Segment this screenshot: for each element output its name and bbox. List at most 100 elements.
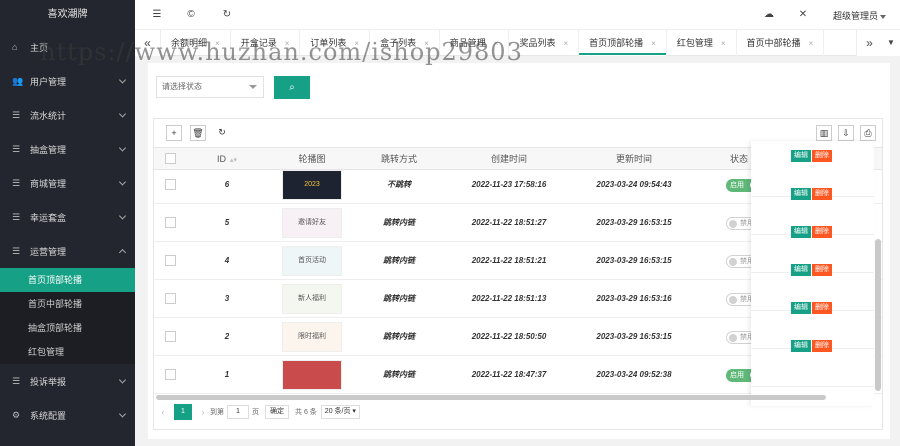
sidebar-bottom-item-1[interactable]: ⚙ 系统配置 bbox=[0, 398, 135, 432]
edit-button[interactable]: 编辑 bbox=[791, 226, 811, 238]
tab-8[interactable]: 首页中部轮播 × bbox=[737, 30, 825, 56]
sidebar-item-5[interactable]: ☰ 幸运套盒 bbox=[0, 200, 135, 234]
tab-3[interactable]: 盒子列表 × bbox=[370, 30, 440, 56]
status-select[interactable]: 请选择状态 bbox=[156, 76, 264, 98]
fullscreen-icon[interactable]: ✕ bbox=[797, 9, 809, 21]
cell-jump: 不跳转 bbox=[387, 180, 411, 189]
sidebar-item-label: 投诉举报 bbox=[30, 376, 67, 387]
horizontal-scrollbar[interactable] bbox=[156, 395, 826, 400]
edit-button[interactable]: 编辑 bbox=[791, 150, 811, 162]
export-icon[interactable]: ⇩ bbox=[838, 125, 854, 141]
close-icon[interactable]: × bbox=[651, 39, 656, 48]
goto-page-input[interactable]: 1 bbox=[227, 405, 249, 419]
sort-icon[interactable]: ▴▾ bbox=[230, 150, 237, 172]
add-icon[interactable]: + bbox=[166, 125, 182, 141]
status-toggle-label: 启用 bbox=[730, 372, 744, 379]
tabs-scroll-right-icon[interactable]: » bbox=[856, 30, 882, 56]
theme-icon[interactable]: ☁ bbox=[763, 9, 775, 21]
close-icon[interactable]: × bbox=[494, 39, 499, 48]
submenu-item-0[interactable]: 首页顶部轮播 bbox=[0, 268, 135, 292]
cell-updated: 2023-03-29 16:53:16 bbox=[596, 294, 672, 303]
tab-2[interactable]: 订单列表 × bbox=[300, 30, 371, 56]
tabs-scroll-left-icon[interactable]: « bbox=[135, 30, 161, 56]
menu-toggle-icon[interactable]: ☰ bbox=[151, 9, 163, 21]
refresh-icon[interactable]: ↻ bbox=[221, 9, 233, 21]
close-icon[interactable]: × bbox=[563, 39, 568, 48]
sidebar-item-2[interactable]: ☰ 流水统计 bbox=[0, 98, 135, 132]
sidebar-item-4[interactable]: ☰ 商城管理 bbox=[0, 166, 135, 200]
delete-button[interactable]: 删除 bbox=[812, 264, 832, 276]
user-name: 超级管理员 bbox=[832, 11, 878, 21]
list-icon: ☰ bbox=[12, 109, 21, 120]
close-icon[interactable]: × bbox=[354, 39, 359, 48]
refresh-icon[interactable]: ↻ bbox=[214, 125, 230, 141]
tabs-bar: « 余额明细 × 开盒记录 × 订单列表 × 盒子列表 × 商品管理 × 奖品列表 × 首页顶部轮播 × 红… bbox=[135, 30, 900, 56]
sidebar-item-label: 商城管理 bbox=[30, 178, 67, 189]
print-icon[interactable]: ⎙ bbox=[860, 125, 876, 141]
close-icon[interactable]: × bbox=[424, 39, 429, 48]
user-menu[interactable]: 超级管理员 bbox=[833, 9, 886, 22]
tab-1[interactable]: 开盒记录 × bbox=[231, 30, 301, 56]
close-icon[interactable]: × bbox=[721, 39, 726, 48]
tab-6[interactable]: 首页顶部轮播 × bbox=[579, 30, 667, 56]
close-icon[interactable]: × bbox=[215, 39, 220, 48]
edit-button[interactable]: 编辑 bbox=[791, 340, 811, 352]
tab-4[interactable]: 商品管理 × bbox=[440, 30, 510, 56]
page-1-button[interactable]: 1 bbox=[174, 404, 192, 420]
goto-confirm-button[interactable]: 确定 bbox=[265, 405, 289, 419]
tabs-menu-chevron-icon[interactable]: ▼ bbox=[882, 30, 900, 56]
delete-button[interactable]: 删除 bbox=[812, 150, 832, 162]
next-page-icon[interactable]: › bbox=[196, 407, 210, 417]
sidebar-item-label: 用户管理 bbox=[30, 76, 67, 87]
delete-button[interactable]: 删除 bbox=[812, 340, 832, 352]
tab-label: 首页中部轮播 bbox=[746, 38, 801, 48]
chevron-icon bbox=[118, 144, 127, 152]
sidebar-item-1[interactable]: 👥 用户管理 bbox=[0, 64, 135, 98]
status-toggle-label: 启用 bbox=[730, 182, 744, 189]
pagination: ‹ 1 › 到第 1 页 确定 共 6 条 20 条/页 ▾ bbox=[156, 404, 360, 420]
row-checkbox[interactable] bbox=[165, 369, 176, 380]
row-checkbox[interactable] bbox=[165, 331, 176, 342]
row-checkbox[interactable] bbox=[165, 255, 176, 266]
tab-5[interactable]: 奖品列表 × bbox=[509, 30, 580, 56]
chevron-down-icon bbox=[249, 85, 257, 89]
row-checkbox[interactable] bbox=[165, 179, 176, 190]
prev-page-icon[interactable]: ‹ bbox=[156, 407, 170, 417]
sidebar-item-3[interactable]: ☰ 抽盒管理 bbox=[0, 132, 135, 166]
columns-filter-icon[interactable]: ▥ bbox=[816, 125, 832, 141]
cell-created: 2022-11-22 18:51:27 bbox=[471, 218, 547, 227]
delete-icon[interactable]: 🗑 bbox=[190, 125, 206, 141]
cell-created: 2022-11-22 18:50:50 bbox=[471, 332, 547, 341]
sidebar-item-6[interactable]: ☰ 运营管理 bbox=[0, 234, 135, 268]
submenu-item-1[interactable]: 首页中部轮播 bbox=[0, 292, 135, 316]
clear-cache-icon[interactable]: © bbox=[185, 9, 197, 21]
submenu-item-3[interactable]: 红包管理 bbox=[0, 340, 135, 364]
page-size-select[interactable]: 20 条/页 ▾ bbox=[320, 405, 360, 419]
delete-button[interactable]: 删除 bbox=[812, 226, 832, 238]
delete-button[interactable]: 删除 bbox=[812, 188, 832, 200]
sidebar-item-0[interactable]: ⌂ 主页 bbox=[0, 30, 135, 64]
sidebar-item-label: 幸运套盒 bbox=[30, 212, 67, 223]
tab-7[interactable]: 红包管理 × bbox=[667, 30, 737, 56]
close-icon[interactable]: × bbox=[285, 39, 290, 48]
edit-button[interactable]: 编辑 bbox=[791, 302, 811, 314]
edit-button[interactable]: 编辑 bbox=[791, 264, 811, 276]
delete-button[interactable]: 删除 bbox=[812, 302, 832, 314]
sidebar-bottom-item-0[interactable]: ☰ 投诉举报 bbox=[0, 364, 135, 398]
row-checkbox[interactable] bbox=[165, 293, 176, 304]
header-id[interactable]: ID ▴▾ bbox=[202, 148, 252, 170]
list-icon: ☰ bbox=[12, 143, 21, 154]
banner-thumbnail: 邀请好友 bbox=[282, 208, 342, 238]
cell-updated: 2023-03-29 16:53:15 bbox=[596, 256, 672, 265]
tab-0[interactable]: 余额明细 × bbox=[161, 30, 231, 56]
edit-button[interactable]: 编辑 bbox=[791, 188, 811, 200]
row-checkbox[interactable] bbox=[165, 217, 176, 228]
vertical-scrollbar[interactable] bbox=[875, 239, 881, 391]
thumbnail-caption: 限时福利 bbox=[298, 333, 326, 340]
select-all-checkbox[interactable] bbox=[165, 153, 176, 164]
search-button[interactable]: ⌕ bbox=[274, 76, 310, 99]
submenu-item-2[interactable]: 抽盒顶部轮播 bbox=[0, 316, 135, 340]
close-icon[interactable]: × bbox=[809, 39, 814, 48]
cell-jump: 跳转内链 bbox=[383, 332, 415, 341]
gear-icon: ⚙ bbox=[12, 409, 21, 420]
